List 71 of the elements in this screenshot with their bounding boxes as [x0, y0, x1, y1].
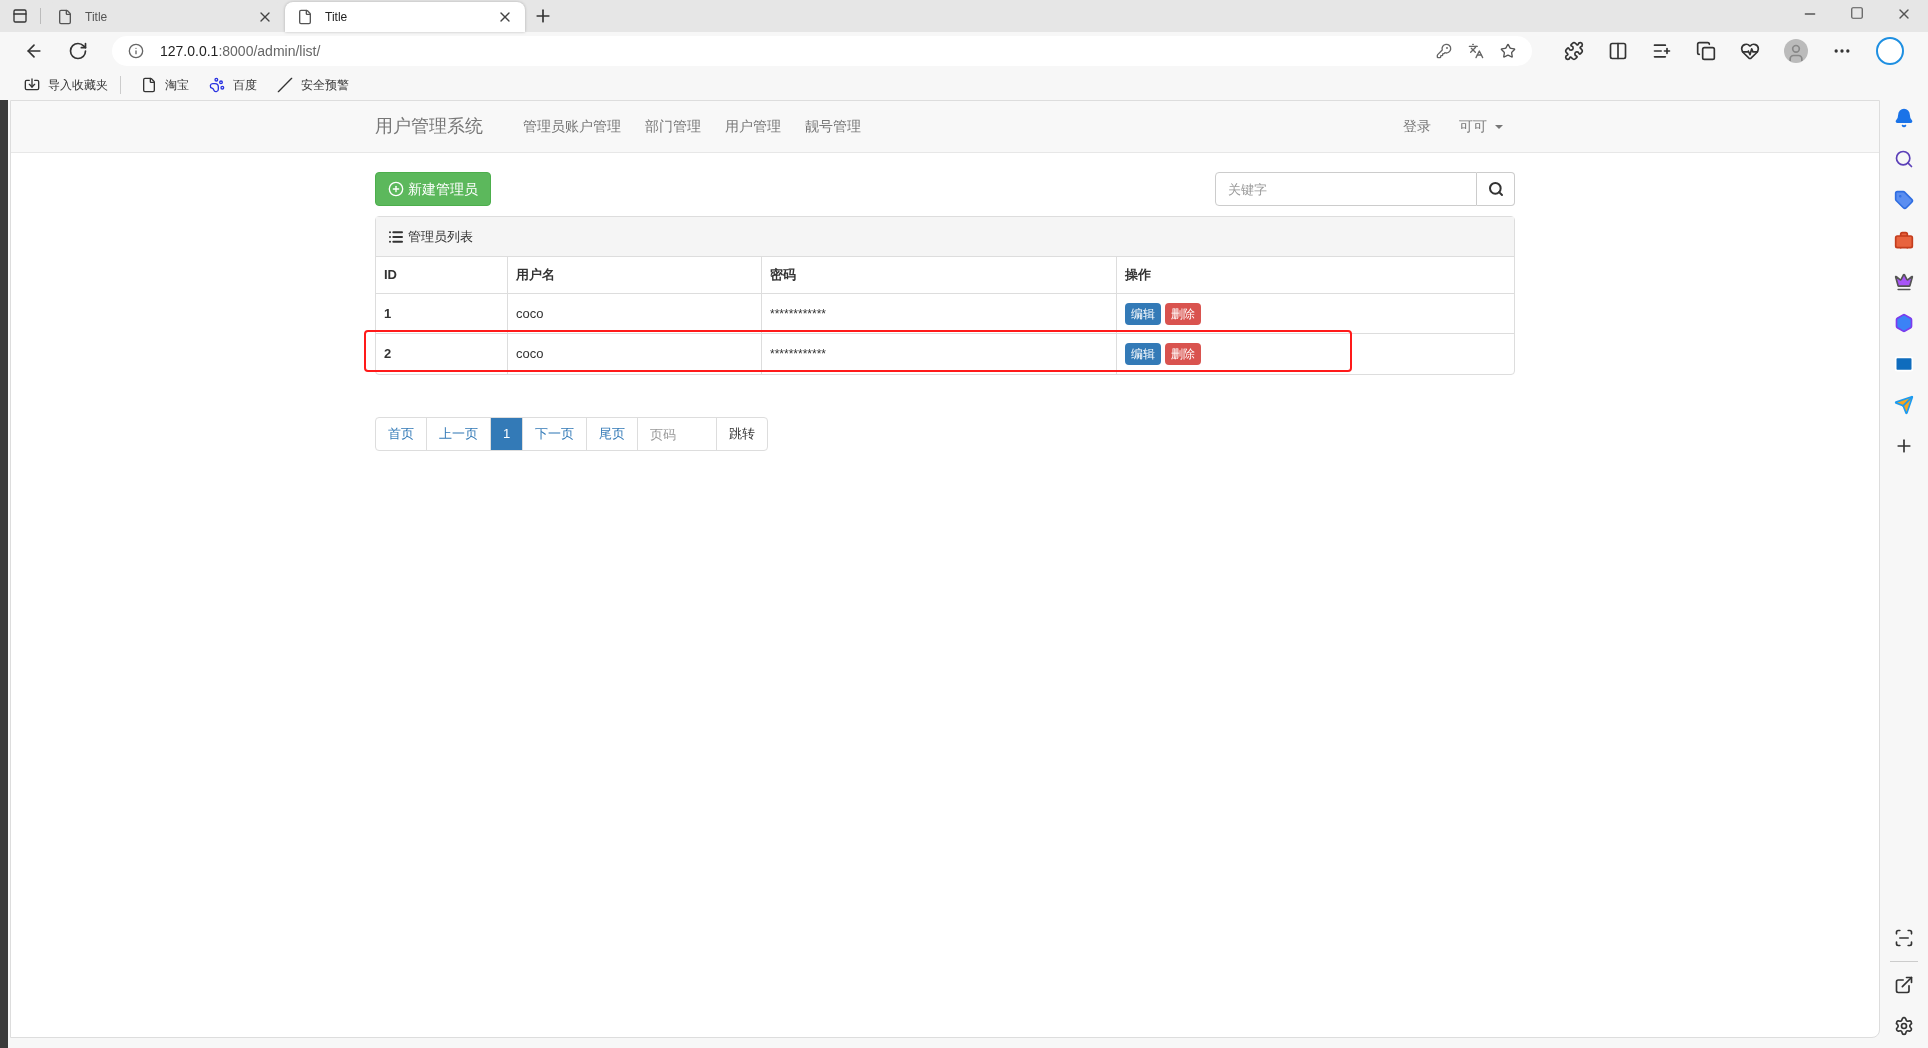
nav-link[interactable]: 管理员账户管理 [523, 116, 621, 137]
column-header: 操作 [1124, 266, 1152, 285]
nav-link[interactable]: 用户管理 [725, 116, 781, 137]
settings-icon[interactable] [1894, 1016, 1914, 1036]
url-text: 127.0.0.1:8000/admin/list/ [160, 41, 322, 61]
favorites-icon[interactable] [1652, 41, 1672, 61]
column-header: 用户名 [508, 257, 762, 293]
bell-icon[interactable] [1894, 108, 1914, 128]
table-cell: 2 [376, 334, 508, 374]
page-link[interactable]: 下一页 [522, 417, 588, 451]
search-field[interactable]: 关键字 [1215, 172, 1477, 206]
page-link[interactable]: 1 [490, 417, 524, 451]
column-header: 密码 [762, 257, 1117, 293]
nav-link[interactable]: 部门管理 [645, 116, 701, 137]
list-icon [388, 228, 404, 245]
page-link[interactable]: 尾页 [586, 417, 639, 451]
search-icon[interactable] [1894, 149, 1914, 169]
address-bar[interactable]: 127.0.0.1:8000/admin/list/ [112, 36, 1532, 66]
column-header: ID [376, 257, 508, 293]
bookmark[interactable]: 安全预警 [277, 76, 349, 94]
page-link[interactable]: 首页 [375, 417, 427, 451]
table-cell: coco [508, 294, 762, 333]
bookmark[interactable]: 百度 [209, 76, 257, 94]
panel-title: 管理员列表 [408, 227, 473, 246]
page-icon [297, 9, 313, 25]
bookmark[interactable]: 导入收藏夹 [24, 76, 121, 94]
search-icon [1487, 181, 1504, 197]
restore-icon[interactable] [1850, 6, 1864, 20]
collections-icon[interactable] [1696, 41, 1716, 61]
profile-avatar[interactable] [1784, 39, 1808, 63]
delete-button[interactable]: 删除 [1165, 302, 1201, 325]
screenshot-icon[interactable] [1894, 928, 1914, 948]
tab-actions-icon[interactable] [12, 8, 28, 24]
bookmark[interactable]: 淘宝 [141, 76, 189, 94]
brand-title[interactable]: 用户管理系统 [375, 113, 483, 140]
reload-icon[interactable] [68, 41, 88, 61]
tag-icon[interactable] [1894, 190, 1914, 210]
import-icon [24, 77, 40, 93]
extensions-icon[interactable] [1564, 41, 1584, 61]
table-cell: 1 [376, 294, 508, 333]
page-icon [57, 9, 73, 25]
tab-title: Title [325, 9, 349, 26]
page-number-field[interactable]: 页码 [637, 417, 718, 451]
search-button[interactable] [1477, 172, 1515, 206]
table-cell: ************ [762, 294, 1117, 333]
add-admin-button[interactable]: 新建管理员 [375, 172, 491, 206]
browser-tab[interactable]: Title [285, 2, 525, 32]
key-icon[interactable] [1436, 43, 1452, 59]
table-cell: coco [508, 334, 762, 374]
user-menu[interactable]: 可可 [1459, 116, 1503, 137]
info-icon [128, 43, 144, 59]
send-icon[interactable] [1894, 395, 1914, 415]
hexagon-icon[interactable] [1894, 313, 1914, 333]
jump-button[interactable]: 跳转 [716, 417, 769, 451]
split-screen-icon[interactable] [1608, 41, 1628, 61]
page-icon [141, 77, 157, 93]
heart-pulse-icon[interactable] [1740, 41, 1760, 61]
translate-icon[interactable] [1468, 43, 1484, 59]
plus-icon [388, 181, 404, 197]
edit-button[interactable]: 编辑 [1125, 302, 1161, 325]
star-icon[interactable] [1500, 43, 1516, 59]
delete-button[interactable]: 删除 [1165, 343, 1201, 365]
external-link-icon[interactable] [1894, 975, 1914, 995]
paw-icon [209, 77, 225, 93]
tab-title: Title [85, 9, 109, 26]
login-link[interactable]: 登录 [1403, 116, 1431, 137]
briefcase-icon[interactable] [1894, 231, 1914, 251]
copilot-icon[interactable] [1876, 37, 1904, 65]
nav-link[interactable]: 靓号管理 [805, 116, 861, 137]
edit-button[interactable]: 编辑 [1125, 343, 1161, 365]
table-cell: ************ [762, 334, 1117, 374]
